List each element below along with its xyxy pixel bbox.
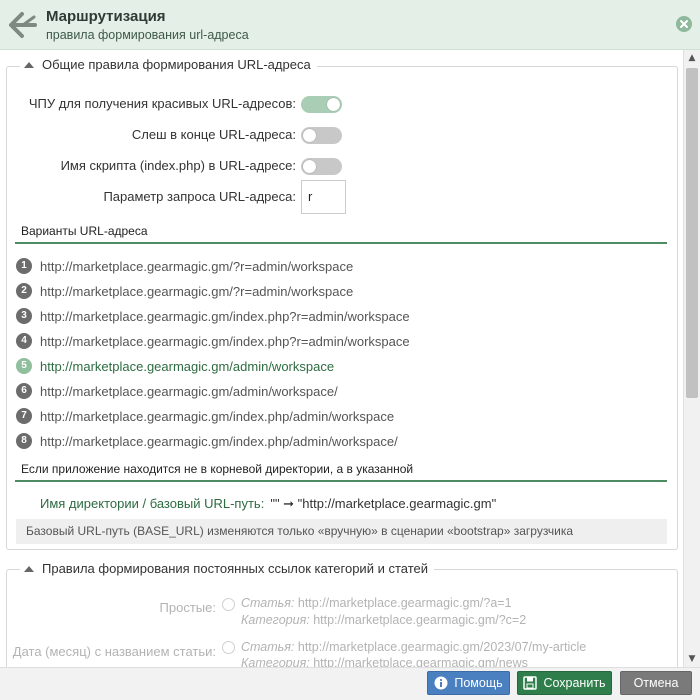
perm-category-prefix: Категория: [241, 656, 310, 667]
url-variant-text: http://marketplace.gearmagic.gm/index.ph… [40, 433, 398, 449]
query-param-label: Параметр запроса URL-адреса: [103, 189, 296, 204]
collapse-triangle-icon [24, 565, 34, 572]
url-variant-number: 3 [16, 308, 32, 324]
script-name-label: Имя скрипта (index.php) в URL-адресе: [60, 158, 296, 173]
trailing-slash-label: Слеш в конце URL-адреса: [131, 127, 296, 142]
vertical-scrollbar[interactable]: ▲ ▼ [683, 50, 700, 667]
toggle-knob [303, 129, 316, 142]
url-variant-number: 4 [16, 333, 32, 349]
perm-option-radio[interactable] [222, 641, 235, 654]
base-url-hint: Базовый URL-путь (BASE_URL) изменяются т… [16, 519, 667, 544]
url-variant-text: http://marketplace.gearmagic.gm/index.ph… [40, 408, 395, 424]
scroll-up-icon[interactable]: ▲ [684, 50, 700, 66]
perm-option-label: Дата (месяц) с названием статьи: [12, 644, 216, 659]
permalinks-legend[interactable]: Правила формирования постоянных ссылок к… [20, 561, 434, 576]
help-label: Помощь [454, 676, 503, 690]
perm-option-label: Простые: [159, 600, 216, 615]
general-rules-title: Общие правила формирования URL-адреса [42, 57, 311, 72]
url-variant-item[interactable]: 5 http://marketplace.gearmagic.gm/admin/w… [16, 358, 334, 374]
url-variant-item[interactable]: 8 http://marketplace.gearmagic.gm/index.p… [16, 433, 398, 449]
query-param-input[interactable]: r [301, 180, 346, 214]
perm-category-line: Категория: http://marketplace.gearmagic.… [241, 656, 528, 667]
window-header: Маршрутизация правила формирования url-а… [0, 0, 700, 50]
url-variant-number: 6 [16, 383, 32, 399]
base-url-row: Имя директории / базовый URL-путь: "" ➞ … [40, 496, 496, 512]
toggle-knob [327, 98, 340, 111]
perm-option-radio[interactable] [222, 598, 235, 611]
url-variant-number: 2 [16, 283, 32, 299]
url-variant-item[interactable]: 4 http://marketplace.gearmagic.gm/index.p… [16, 333, 410, 349]
url-variant-number: 5 [16, 358, 32, 374]
save-icon [523, 676, 538, 690]
url-variant-item[interactable]: 6 http://marketplace.gearmagic.gm/admin/w… [16, 383, 338, 399]
base-url-label: Имя директории / базовый URL-путь: [40, 496, 265, 511]
help-button[interactable]: Помощь [427, 671, 510, 695]
url-variant-number: 8 [16, 433, 32, 449]
base-url-value: "" ➞ "http://marketplace.gearmagic.gm" [270, 496, 497, 511]
perm-category-prefix: Категория: [241, 613, 310, 627]
perm-article-prefix: Статья: [241, 640, 295, 654]
url-variant-item[interactable]: 7 http://marketplace.gearmagic.gm/index.p… [16, 408, 394, 424]
close-icon[interactable] [676, 16, 692, 32]
url-variant-item[interactable]: 2 http://marketplace.gearmagic.gm/?r=admi… [16, 283, 353, 299]
toggle-knob [303, 160, 316, 173]
perm-category-url: http://marketplace.gearmagic.gm/?c=2 [313, 613, 527, 627]
url-variant-text: http://marketplace.gearmagic.gm/admin/wo… [40, 383, 338, 399]
url-variant-item[interactable]: 1 http://marketplace.gearmagic.gm/?r=admi… [16, 258, 353, 274]
url-variant-text: http://marketplace.gearmagic.gm/?r=admin… [40, 258, 354, 274]
variants-heading: Варианты URL-адреса [15, 224, 667, 244]
permalinks-title: Правила формирования постоянных ссылок к… [42, 561, 428, 576]
save-button[interactable]: Сохранить [517, 671, 612, 695]
cancel-label: Отмена [633, 676, 679, 690]
perm-article-line: Статья: http://marketplace.gearmagic.gm/… [241, 640, 586, 654]
subdir-heading: Если приложение находится не в корневой … [15, 462, 667, 482]
perm-article-prefix: Статья: [241, 596, 295, 610]
scroll-thumb[interactable] [686, 68, 698, 398]
url-variant-number: 7 [16, 408, 32, 424]
cancel-button[interactable]: Отмена [620, 671, 692, 695]
window-title: Маршрутизация [46, 8, 166, 25]
url-variant-text: http://marketplace.gearmagic.gm/index.ph… [40, 308, 410, 324]
perm-category-url: http://marketplace.gearmagic.gm/news [313, 656, 528, 667]
url-variant-item[interactable]: 3 http://marketplace.gearmagic.gm/index.p… [16, 308, 410, 324]
form-content: Общие правила формирования URL-адреса ЧП… [0, 50, 683, 667]
url-variant-text: http://marketplace.gearmagic.gm/?r=admin… [40, 283, 354, 299]
perm-category-line: Категория: http://marketplace.gearmagic.… [241, 613, 526, 627]
help-icon [434, 676, 448, 690]
trailing-slash-toggle[interactable] [301, 127, 342, 144]
pretty-urls-label: ЧПУ для получения красивых URL-адресов: [28, 96, 296, 111]
general-rules-legend[interactable]: Общие правила формирования URL-адреса [20, 57, 317, 72]
collapse-triangle-icon [24, 61, 34, 68]
script-name-toggle[interactable] [301, 158, 342, 175]
url-variant-text: http://marketplace.gearmagic.gm/admin/wo… [40, 358, 335, 374]
route-arrows-icon [9, 12, 37, 38]
perm-article-url: http://marketplace.gearmagic.gm/?a=1 [297, 596, 512, 610]
save-label: Сохранить [543, 676, 606, 690]
dialog-footer: Помощь Сохранить Отмена [0, 667, 700, 700]
url-variant-number: 1 [16, 258, 32, 274]
scroll-down-icon[interactable]: ▼ [684, 651, 700, 667]
url-variant-text: http://marketplace.gearmagic.gm/index.ph… [40, 333, 410, 349]
pretty-urls-toggle[interactable] [301, 96, 342, 113]
perm-article-url: http://marketplace.gearmagic.gm/2023/07/… [297, 640, 587, 654]
perm-article-line: Статья: http://marketplace.gearmagic.gm/… [241, 596, 512, 610]
window-subtitle: правила формирования url-адреса [46, 28, 249, 42]
